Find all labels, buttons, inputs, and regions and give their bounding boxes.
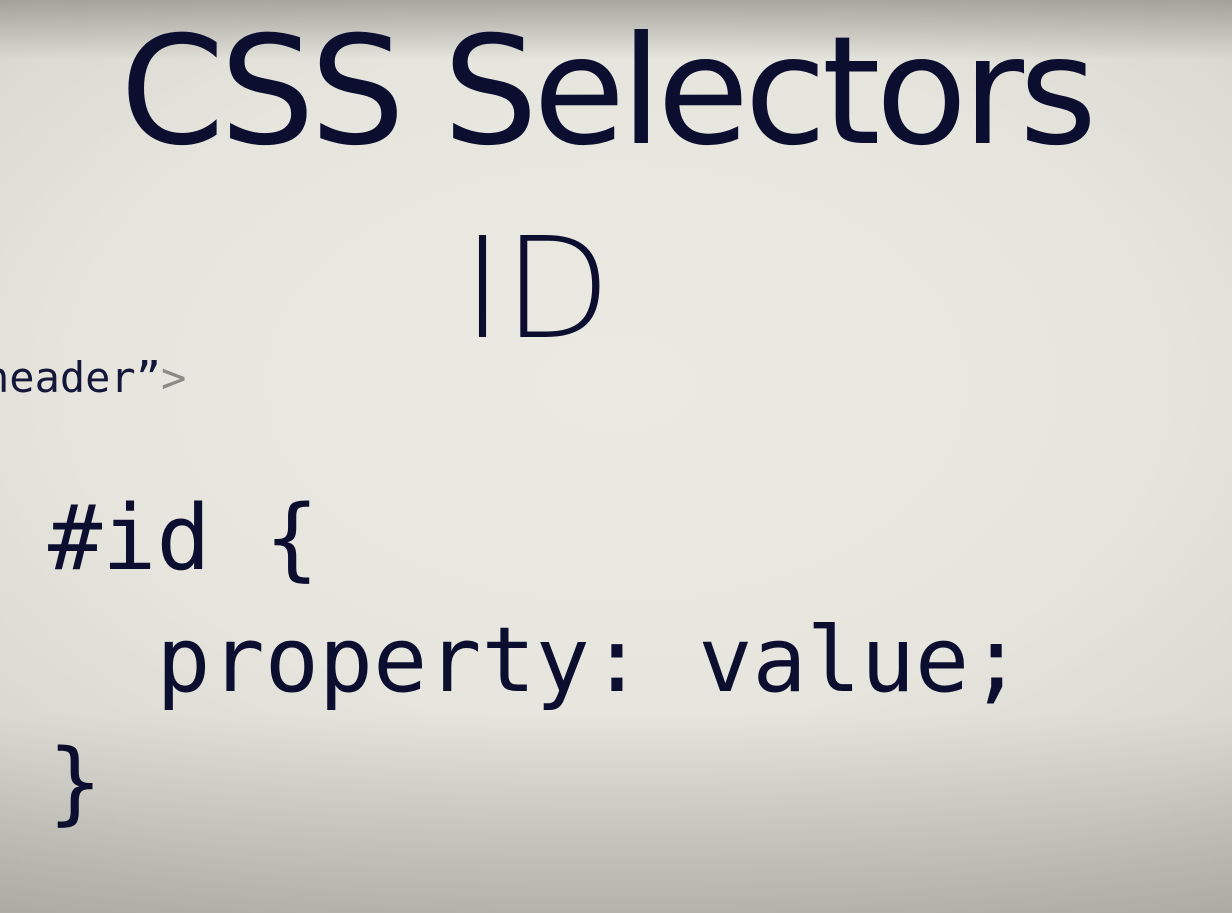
code-line-close: } (48, 730, 103, 835)
code-line-selector: #id { (48, 486, 319, 591)
slide-subtitle: ID (462, 208, 612, 371)
slide-title: CSS Selectors (120, 5, 1097, 179)
code-line-declaration: property: value; (48, 608, 1024, 713)
fragment-text: header” (0, 353, 162, 402)
html-code-fragment: header”> (0, 352, 186, 404)
css-code-example: #id { property: value;} (48, 478, 1023, 844)
fragment-angle-bracket: > (161, 353, 187, 402)
